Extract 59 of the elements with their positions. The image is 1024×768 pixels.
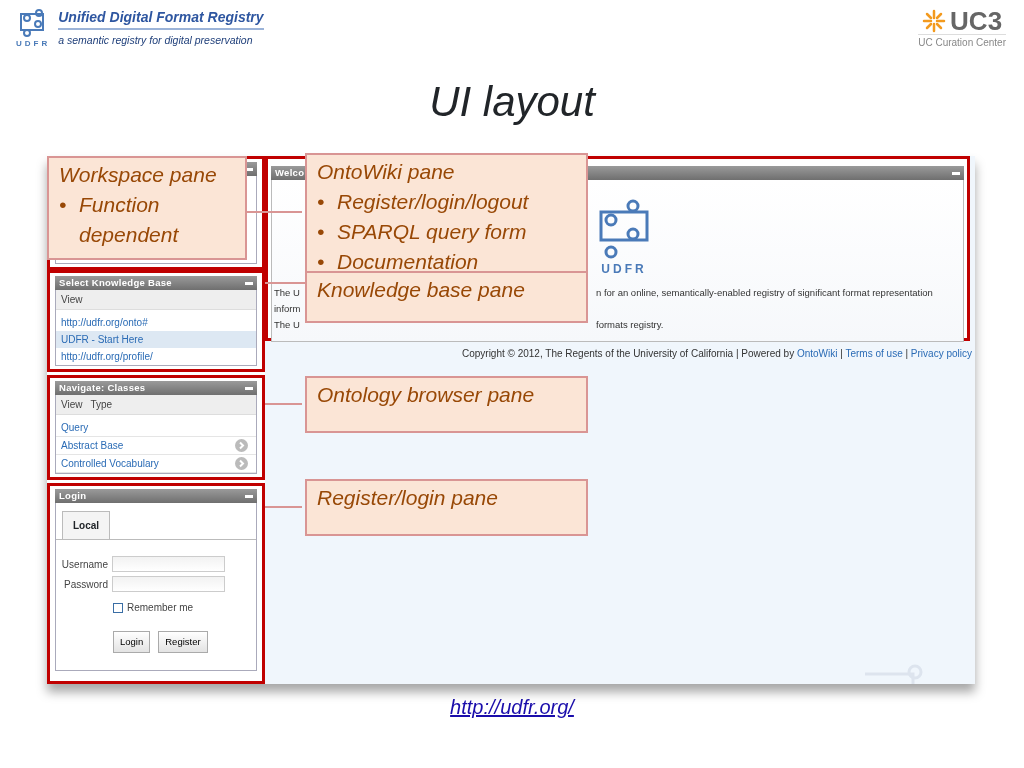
bullet-mark: • bbox=[317, 189, 326, 215]
body-text: The U bbox=[274, 318, 300, 332]
field-label: Username bbox=[60, 557, 108, 572]
menu-item[interactable]: Type bbox=[90, 397, 113, 412]
checkbox[interactable] bbox=[113, 602, 123, 613]
registry-title: Unified Digital Format Registry bbox=[58, 8, 264, 30]
minimize-icon[interactable] bbox=[245, 281, 253, 285]
menu-item[interactable]: View bbox=[61, 292, 83, 307]
logo-text: UDFR bbox=[601, 261, 647, 278]
copyright-text: Copyright © 2012, The Regents of the University of California | Powered by OntoWiki | Terms of use | Privacy policy bbox=[460, 347, 973, 361]
body-text: formats registry. bbox=[596, 319, 664, 330]
menu-item[interactable]: View bbox=[61, 397, 83, 412]
bullet-mark: • bbox=[317, 249, 326, 275]
body-text: n for an online, semantically-enabled registry of significant format representation bbox=[596, 287, 933, 298]
chevron-icon[interactable] bbox=[235, 457, 248, 470]
footer-link[interactable]: Terms of use bbox=[845, 348, 903, 359]
form-button[interactable]: Register bbox=[158, 631, 208, 654]
panel-title: Navigate: Classes bbox=[59, 381, 146, 395]
starburst-icon bbox=[922, 9, 947, 33]
callout-bullet: Register/login/logout bbox=[337, 189, 530, 215]
class-link[interactable]: Abstract Base bbox=[56, 437, 129, 454]
logo-text: UDFR bbox=[16, 38, 51, 50]
slide-title: UI layout bbox=[428, 77, 598, 127]
knowledge-base-item[interactable]: http://udfr.org/onto# bbox=[56, 314, 256, 331]
partner-logo-text: UC3 bbox=[950, 8, 1003, 34]
callout-title: Workspace pane bbox=[59, 163, 218, 186]
callout-title: Ontology browser pane bbox=[317, 383, 536, 406]
text-field[interactable] bbox=[112, 556, 225, 572]
callout-bullet: SPARQL query form bbox=[337, 219, 528, 245]
callout-title: Register/login pane bbox=[317, 486, 499, 509]
panel-title: Login bbox=[59, 489, 87, 503]
text-field[interactable] bbox=[112, 576, 225, 592]
footer-link[interactable]: OntoWiki bbox=[796, 348, 838, 359]
class-link[interactable]: Query bbox=[56, 419, 94, 436]
knowledge-base-item[interactable]: http://udfr.org/profile/ bbox=[56, 348, 256, 365]
body-text: The U bbox=[274, 286, 300, 300]
partner-name: UC Curation Center bbox=[918, 34, 1006, 50]
callout-title: Knowledge base pane bbox=[317, 278, 526, 301]
bullet-mark: • bbox=[317, 219, 326, 245]
site-link[interactable]: http://udfr.org/ bbox=[450, 696, 574, 718]
chevron-icon[interactable] bbox=[235, 439, 248, 452]
footer-link[interactable]: Privacy policy bbox=[910, 348, 972, 359]
class-link[interactable]: Controlled Vocabulary bbox=[56, 455, 164, 472]
body-text: inform bbox=[274, 302, 301, 316]
callout-bullet: Function dependent bbox=[79, 192, 180, 248]
login-tab[interactable]: Local bbox=[62, 511, 111, 539]
panel-title: Select Knowledge Base bbox=[59, 276, 172, 290]
checkbox-label: Remember me bbox=[127, 601, 194, 615]
form-button[interactable]: Login bbox=[113, 631, 151, 654]
knowledge-base-item[interactable]: UDFR - Start Here bbox=[56, 331, 256, 348]
callout-title: OntoWiki pane bbox=[317, 160, 456, 183]
panel-title: Welco bbox=[275, 166, 305, 180]
field-label: Password bbox=[63, 577, 108, 592]
minimize-icon[interactable] bbox=[245, 386, 253, 390]
callout-bullet: Documentation bbox=[337, 249, 480, 275]
minimize-icon[interactable] bbox=[245, 494, 253, 498]
bullet-mark: • bbox=[59, 192, 68, 218]
minimize-icon[interactable] bbox=[952, 171, 960, 175]
registry-subtitle: a semantic registry for digital preservation bbox=[58, 33, 254, 48]
